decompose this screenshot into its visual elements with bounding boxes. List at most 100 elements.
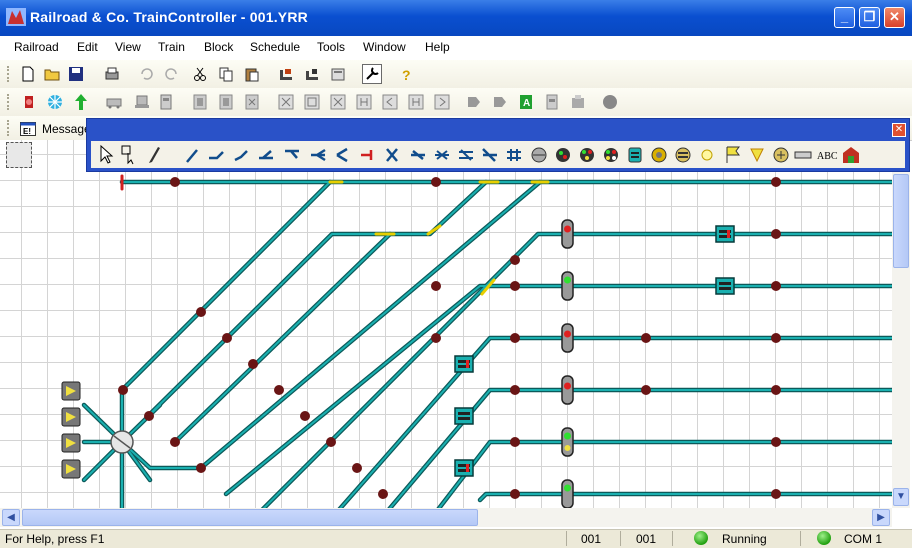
train-icon[interactable] [134,94,150,110]
switchboard-canvas[interactable] [0,140,892,508]
release-icon[interactable] [244,94,260,110]
menu-train[interactable]: Train [158,40,185,54]
turntable-icon[interactable] [531,147,547,163]
flag-icon[interactable] [466,94,482,110]
menu-railroad[interactable]: Railroad [14,40,59,54]
auto-train-icon[interactable]: A [518,94,534,110]
selection-marker[interactable] [6,142,32,168]
new-icon[interactable] [20,66,36,82]
signal-red[interactable] [561,219,574,249]
signal-4-icon[interactable] [604,148,618,162]
flag-symbol-icon[interactable] [726,146,740,163]
switchboard-icon[interactable] [304,66,320,82]
copy-icon[interactable] [218,66,234,82]
bridge-icon[interactable] [507,149,521,161]
turnout-y-icon[interactable] [336,147,348,163]
scroll-left-icon[interactable]: ◀ [2,509,20,526]
stop-all-icon[interactable] [602,94,618,110]
signal-green-yellow[interactable] [561,427,574,457]
select-icon[interactable] [121,145,134,165]
menu-window[interactable]: Window [363,40,406,54]
flag-end-icon[interactable] [492,94,508,110]
abc-label[interactable]: ABC [817,151,838,162]
signal-red[interactable] [561,375,574,405]
signal-2-icon[interactable] [556,148,570,162]
horizontal-scrollbar[interactable]: ◀ ▶ [0,508,892,527]
menu-tools[interactable]: Tools [317,40,345,54]
crossover-icon[interactable] [459,149,473,161]
turnout-three-icon[interactable] [311,148,326,162]
locomotive-icon[interactable] [106,94,122,110]
schedule-icon[interactable] [544,94,560,110]
block-icon[interactable] [158,94,174,110]
open-icon[interactable] [44,66,60,82]
scroll-right-icon[interactable]: ▶ [872,509,890,526]
buffer-stop-icon[interactable] [361,150,373,160]
message-tab-label: Message [42,122,91,136]
block-symbol-icon[interactable] [628,147,642,163]
menu-edit[interactable]: Edit [77,40,98,54]
close-button[interactable]: ✕ [884,7,905,28]
print-icon[interactable] [104,66,120,82]
clear-icon[interactable] [330,94,346,110]
properties-icon[interactable] [330,66,346,82]
pointer-icon[interactable] [100,144,114,164]
emergency-stop-icon[interactable] [20,93,38,111]
restore-button[interactable]: ❐ [859,7,880,28]
menu-view[interactable]: View [115,40,141,54]
scroll-down-icon[interactable]: ▼ [893,488,909,506]
contact-icon[interactable] [192,94,208,110]
app-logo-icon [6,8,26,26]
track-diagram[interactable] [0,140,892,508]
signal-red[interactable] [561,323,574,353]
go-icon[interactable] [72,93,90,111]
paste-icon[interactable] [244,66,260,82]
title-bar: Railroad & Co. TrainController - 001.YRR… [0,0,912,36]
turnout-right-icon[interactable] [285,149,299,159]
menu-schedule[interactable]: Schedule [250,40,300,54]
uncoupler-icon[interactable] [482,148,497,162]
horizontal-scroll-thumb[interactable] [22,509,478,526]
macro-icon[interactable] [570,94,586,110]
signal-3-icon[interactable] [580,148,594,162]
minimize-button[interactable]: _ [834,7,855,28]
redo-icon[interactable] [164,66,180,82]
light-signal-icon[interactable] [651,147,667,163]
signal-green[interactable] [561,271,574,301]
left-icon[interactable] [382,94,398,110]
text-field-icon[interactable] [794,151,812,159]
track-curve-icon[interactable] [209,151,224,160]
save-icon[interactable] [68,66,84,82]
menu-block[interactable]: Block [204,40,233,54]
cut-icon[interactable] [192,66,208,82]
lock-icon[interactable] [218,94,234,110]
lamp-icon[interactable] [701,149,713,161]
crossing-icon[interactable] [386,148,398,162]
help-icon[interactable]: ? [398,66,414,82]
warning-icon[interactable] [750,148,764,163]
pencil-icon[interactable] [149,147,160,163]
track-junction-icon[interactable] [259,150,273,160]
vertical-scroll-thumb[interactable] [893,174,909,268]
push-button-icon[interactable] [773,147,789,163]
building-icon[interactable] [843,147,859,163]
right-icon[interactable] [434,94,450,110]
signal-green[interactable] [561,479,574,508]
indicator-icon[interactable] [675,147,691,163]
track-diagonal-icon[interactable] [186,149,198,163]
vertical-scrollbar[interactable]: ▼ [892,172,910,508]
menu-help[interactable]: Help [425,40,450,54]
palette-close-icon[interactable]: ✕ [892,123,906,137]
double-slip-icon[interactable] [411,150,425,160]
halt-icon[interactable] [46,93,64,111]
route-icon[interactable] [278,94,294,110]
pause-icon[interactable] [408,94,424,110]
slip-icon[interactable] [435,150,449,160]
undo-icon[interactable] [138,66,154,82]
mark-icon[interactable] [356,94,372,110]
wrench-icon[interactable] [362,64,382,84]
track-buttons[interactable] [61,381,81,479]
track-curve2-icon[interactable] [234,150,248,162]
stop-block-icon[interactable] [304,94,320,110]
train-window-icon[interactable] [278,66,294,82]
